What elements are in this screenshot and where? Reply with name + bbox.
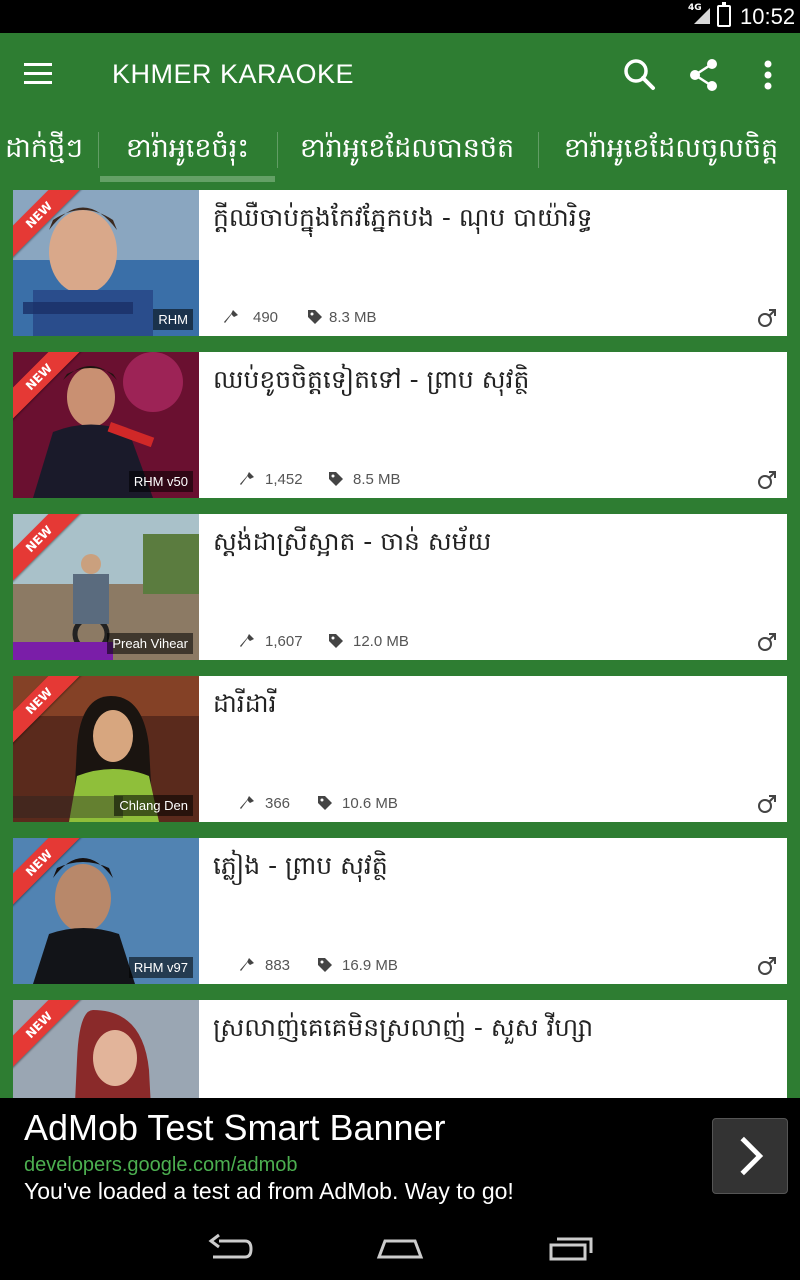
song-thumbnail: NEW Preah Vihear bbox=[13, 514, 199, 660]
recents-icon[interactable] bbox=[547, 1231, 597, 1263]
ad-banner[interactable]: AdMob Test Smart Banner developers.googl… bbox=[0, 1098, 800, 1214]
play-count: 490 bbox=[253, 309, 279, 326]
app-bar: KHMER KARAOKE bbox=[0, 33, 800, 116]
tab-recorded[interactable]: ខារ៉ាអូខេដែលបានថត bbox=[278, 116, 536, 182]
more-icon[interactable] bbox=[748, 55, 788, 95]
video-source-label: RHM bbox=[153, 309, 193, 330]
file-size: 12.0 MB bbox=[353, 633, 409, 650]
song-title: ក្តីឈឺចាប់ក្នុងកែវភ្នែកបង - ណុប បាយ៉ារិទ… bbox=[213, 203, 593, 232]
song-item[interactable]: NEW Preah Vihear ស្តង់ដាស្រីស្អាត - ចាន់… bbox=[13, 514, 787, 660]
tab-mixed[interactable]: ខារ៉ាអូខេចំរុះ bbox=[100, 116, 275, 182]
tab-divider bbox=[98, 132, 99, 168]
song-title: ឈប់ខូចចិត្តទៀតទៅ - ព្រាប សុវត្ថិ bbox=[213, 365, 530, 394]
song-item[interactable]: NEW RHM v97 ភ្លៀង - ព្រាប សុវត្ថិ 883 16… bbox=[13, 838, 787, 984]
song-thumbnail: NEW Chlang Den bbox=[13, 676, 199, 822]
tag-icon bbox=[308, 310, 322, 324]
song-title: ស្តង់ដាស្រីស្អាត - ចាន់ សម័យ bbox=[213, 527, 492, 556]
song-item[interactable]: NEW Chlang Den ដារីដារី 366 10.6 MB bbox=[13, 676, 787, 822]
male-icon bbox=[758, 795, 776, 813]
tab-favorite[interactable]: ខារ៉ាអូខេដែលចូលចិត្ត bbox=[540, 116, 800, 182]
song-thumbnail: NEW RHM v97 bbox=[13, 838, 199, 984]
video-source-label: Chlang Den bbox=[114, 795, 193, 816]
male-icon bbox=[758, 957, 776, 975]
microphone-icon bbox=[240, 472, 254, 485]
share-icon[interactable] bbox=[684, 55, 724, 95]
song-title: ដារីដារី bbox=[213, 689, 277, 718]
app-title: KHMER KARAOKE bbox=[112, 59, 355, 89]
ad-text: You've loaded a test ad from AdMob. Way … bbox=[24, 1178, 514, 1204]
file-size: 8.3 MB bbox=[329, 309, 377, 326]
song-title: ស្រលាញ់គេគេមិនស្រលាញ់ - សួស វីហ្សា bbox=[213, 1013, 594, 1042]
home-icon[interactable] bbox=[375, 1231, 425, 1263]
file-size: 16.9 MB bbox=[342, 957, 398, 974]
tab-divider bbox=[538, 132, 539, 168]
play-count: 1,452 bbox=[265, 471, 303, 488]
tag-icon bbox=[318, 958, 332, 972]
microphone-icon bbox=[240, 796, 254, 809]
play-count: 883 bbox=[265, 957, 291, 974]
song-thumbnail: NEW RHM v50 bbox=[13, 352, 199, 498]
video-source-label: Preah Vihear bbox=[107, 633, 193, 654]
clock: 10:52 bbox=[740, 4, 796, 29]
back-icon[interactable] bbox=[205, 1231, 255, 1263]
video-source-label: RHM v97 bbox=[128, 957, 193, 978]
tab-bar: ដាក់ថ្មីៗ ខារ៉ាអូខេចំរុះ ខារ៉ាអូខេដែលបាន… bbox=[0, 116, 800, 182]
ad-url[interactable]: developers.google.com/admob bbox=[24, 1154, 298, 1177]
tag-icon bbox=[329, 472, 343, 486]
status-bar: 4G 10:52 bbox=[0, 0, 800, 33]
system-nav-bar bbox=[0, 1214, 800, 1280]
tab-new[interactable]: ដាក់ថ្មីៗ bbox=[0, 116, 94, 182]
microphone-icon bbox=[224, 310, 238, 323]
video-source-label: RHM v50 bbox=[128, 471, 193, 492]
tag-icon bbox=[318, 796, 332, 810]
song-list[interactable]: NEW RHM ក្តីឈឺចាប់ក្នុងកែវភ្នែកបង - ណុប … bbox=[0, 182, 800, 1098]
play-count: 1,607 bbox=[265, 633, 303, 650]
male-icon bbox=[758, 633, 776, 651]
play-count: 366 bbox=[265, 795, 291, 812]
microphone-icon bbox=[240, 634, 254, 647]
battery-icon bbox=[717, 2, 731, 27]
song-item[interactable]: NEW RHM v50 ឈប់ខូចចិត្តទៀតទៅ - ព្រាប សុវ… bbox=[13, 352, 787, 498]
menu-icon[interactable] bbox=[24, 63, 52, 87]
song-thumbnail: NEW RHM bbox=[13, 190, 199, 336]
song-item[interactable]: NEW RHM ក្តីឈឺចាប់ក្នុងកែវភ្នែកបង - ណុប … bbox=[13, 190, 787, 336]
chevron-right-icon[interactable] bbox=[712, 1118, 788, 1194]
ad-headline: AdMob Test Smart Banner bbox=[24, 1107, 446, 1148]
microphone-icon bbox=[240, 958, 254, 971]
signal-icon bbox=[694, 8, 710, 24]
song-thumbnail: NEW bbox=[13, 1000, 199, 1098]
search-icon[interactable] bbox=[620, 55, 660, 95]
song-title: ភ្លៀង - ព្រាប សុវត្ថិ bbox=[213, 851, 388, 880]
file-size: 8.5 MB bbox=[353, 471, 401, 488]
file-size: 10.6 MB bbox=[342, 795, 398, 812]
male-icon bbox=[758, 309, 776, 327]
tag-icon bbox=[329, 634, 343, 648]
song-item[interactable]: NEW ស្រលាញ់គេគេមិនស្រលាញ់ - សួស វីហ្សា bbox=[13, 1000, 787, 1098]
male-icon bbox=[758, 471, 776, 489]
